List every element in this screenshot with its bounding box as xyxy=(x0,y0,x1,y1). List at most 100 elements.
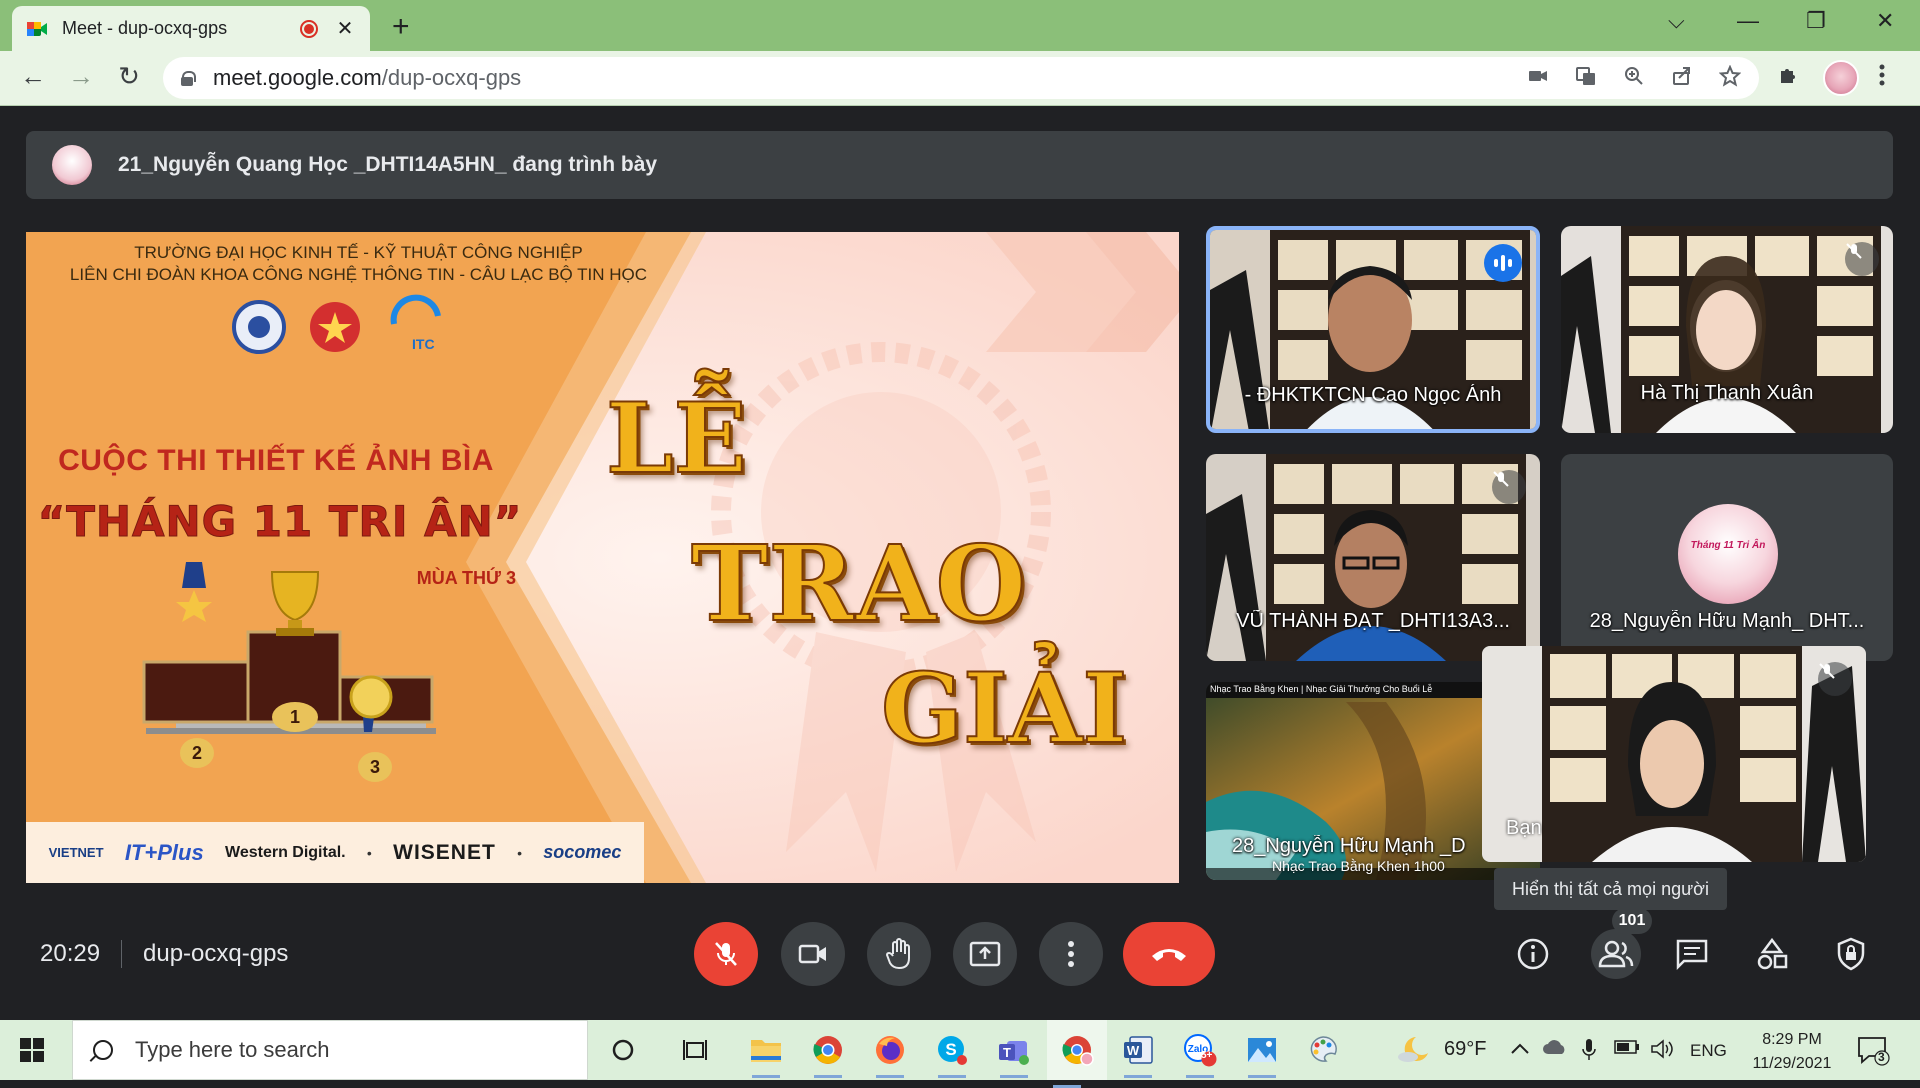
firefox-icon[interactable] xyxy=(870,1030,910,1078)
close-window-button[interactable]: ✕ xyxy=(1876,8,1894,34)
zalo-icon[interactable]: Zalo 5+ xyxy=(1180,1030,1220,1078)
slide-title-trao: TRAO xyxy=(690,521,1027,646)
itc-logo-text: ITC xyxy=(412,336,435,352)
show-everyone-tooltip: Hiển thị tất cả mọi người xyxy=(1494,868,1727,910)
task-view-icon[interactable] xyxy=(675,1030,715,1070)
back-button[interactable]: ← xyxy=(16,61,50,92)
bookmark-star-icon[interactable] xyxy=(1718,64,1742,93)
host-controls-button[interactable] xyxy=(1829,932,1873,976)
video-caption: Nhạc Trao Bằng Khen 1h00 xyxy=(1272,858,1445,874)
teams-icon[interactable]: T xyxy=(994,1030,1034,1078)
sponsor-separator-icon: • xyxy=(366,844,372,861)
windows-start-icon[interactable] xyxy=(20,1038,44,1062)
notification-count: 3 xyxy=(1878,1050,1885,1064)
presentation-slide: TRƯỜNG ĐẠI HỌC KINH TẾ - KỸ THUẬT CÔNG N… xyxy=(26,232,1179,883)
participant-tile[interactable]: Hà Thị Thanh Xuân xyxy=(1561,226,1893,433)
notification-center-icon[interactable]: 3 xyxy=(1856,1034,1890,1066)
new-tab-button[interactable]: + xyxy=(392,10,410,44)
windows-taskbar: Type here to search S T W Zalo 5+ 69°F E… xyxy=(0,1020,1920,1088)
translate-icon[interactable] xyxy=(1575,65,1597,93)
sponsor-socomec: socomec xyxy=(543,842,622,862)
skype-icon[interactable]: S xyxy=(932,1030,972,1078)
tab-close-icon[interactable]: ✕ xyxy=(334,16,356,41)
self-name: Bạn xyxy=(1506,817,1542,839)
sponsor-itplus: IT+Plus xyxy=(124,839,204,865)
more-options-button[interactable] xyxy=(1039,922,1103,986)
word-icon[interactable]: W xyxy=(1118,1030,1158,1078)
file-explorer-icon[interactable] xyxy=(746,1030,786,1078)
mic-off-icon xyxy=(1845,242,1879,276)
chat-button[interactable] xyxy=(1670,932,1714,976)
zoom-icon[interactable] xyxy=(1623,65,1645,93)
weather-moon-icon[interactable] xyxy=(1396,1034,1430,1070)
camera-icon xyxy=(798,944,826,964)
address-bar[interactable]: meet.google.com/dup-ocxq-gps xyxy=(163,57,1759,99)
extensions-icon[interactable] xyxy=(1777,63,1801,94)
browser-toolbar: ← → ↻ meet.google.com/dup-ocxq-gps xyxy=(0,51,1920,106)
slide-contest-title: CUỘC THI THIẾT KẾ ẢNH BÌA xyxy=(58,444,494,477)
taskbar-search-box[interactable]: Type here to search xyxy=(72,1020,588,1080)
chrome-icon[interactable] xyxy=(808,1030,848,1078)
system-clock[interactable]: 8:29 PM 11/29/2021 xyxy=(1752,1028,1832,1076)
cortana-icon[interactable] xyxy=(603,1030,643,1070)
profile-avatar[interactable] xyxy=(1823,60,1859,96)
onedrive-cloud-icon[interactable] xyxy=(1542,1038,1568,1062)
browser-menu-icon[interactable] xyxy=(1878,63,1886,94)
microphone-toggle-button[interactable] xyxy=(694,922,758,986)
share-icon[interactable] xyxy=(1671,65,1693,93)
photos-icon[interactable] xyxy=(1242,1030,1282,1078)
self-view-tile[interactable]: Bạn xyxy=(1482,646,1866,862)
school-line-1: TRƯỜNG ĐẠI HỌC KINH TẾ - KỸ THUẬT CÔNG N… xyxy=(134,243,583,262)
sponsor-western-digital: Western Digital. xyxy=(225,843,346,861)
volume-icon[interactable] xyxy=(1650,1038,1676,1066)
participant-tile[interactable]: Tháng 11 Tri Ân 28_Nguyễn Hữu Mạnh_ DHT.… xyxy=(1561,454,1893,661)
meet-favicon-icon xyxy=(26,18,48,40)
presenter-banner: 21_Nguyễn Quang Học _DHTI14A5HN_ đang tr… xyxy=(26,131,1893,199)
tab-title: Meet - dup-ocxq-gps xyxy=(62,18,228,38)
participant-name: Hà Thị Thanh Xuân xyxy=(1640,382,1814,404)
camera-toggle-button[interactable] xyxy=(781,922,845,986)
recording-indicator-icon xyxy=(300,19,318,38)
reload-button[interactable]: ↻ xyxy=(112,61,146,92)
clock-time: 8:29 PM xyxy=(1762,1031,1822,1048)
speaking-indicator-icon xyxy=(1484,244,1522,282)
podium-rank-3: 3 xyxy=(358,752,392,782)
presenter-avatar xyxy=(52,145,92,185)
activities-button[interactable] xyxy=(1750,932,1794,976)
tab-search-chevron-icon[interactable]: ⌵ xyxy=(1668,8,1685,34)
show-everyone-button[interactable] xyxy=(1591,929,1641,979)
chrome-meet-active-icon[interactable] xyxy=(1047,1020,1107,1088)
tray-overflow-chevron-icon[interactable] xyxy=(1510,1038,1530,1061)
camera-in-use-icon[interactable] xyxy=(1527,65,1549,93)
meeting-details-button[interactable] xyxy=(1511,932,1555,976)
input-language[interactable]: ENG xyxy=(1690,1041,1727,1061)
url-text: meet.google.com/dup-ocxq-gps xyxy=(213,65,522,90)
minimize-button[interactable]: — xyxy=(1737,8,1759,34)
slide-title-giai: GIẢI xyxy=(880,651,1128,766)
svg-text:S: S xyxy=(945,1040,956,1059)
participant-count-badge: 101 xyxy=(1612,908,1652,934)
chat-icon xyxy=(1676,939,1708,970)
podium-rank-2: 2 xyxy=(180,738,214,768)
browser-tab-meet[interactable]: Meet - dup-ocxq-gps ✕ xyxy=(12,6,370,51)
participant-tile[interactable]: - ĐHKTKTCN Cao Ngọc Ánh xyxy=(1206,226,1540,433)
battery-icon[interactable] xyxy=(1614,1038,1640,1061)
slide-contest-name: “THÁNG 11 TRI ÂN” xyxy=(37,497,523,547)
sponsor-wisenet: WISENET xyxy=(393,840,496,864)
restore-button[interactable]: ❐ xyxy=(1806,8,1826,34)
participant-tile[interactable]: VŨ THÀNH ĐẠT _DHTI13A3... xyxy=(1206,454,1540,661)
info-icon xyxy=(1517,938,1549,970)
paint-icon[interactable] xyxy=(1303,1030,1343,1070)
search-icon xyxy=(93,1040,113,1060)
present-screen-button[interactable] xyxy=(953,922,1017,986)
forward-button[interactable]: → xyxy=(64,61,98,92)
shapes-icon xyxy=(1757,937,1788,970)
microphone-tray-icon[interactable] xyxy=(1582,1038,1596,1068)
raise-hand-button[interactable] xyxy=(867,922,931,986)
zalo-badge: 5+ xyxy=(1201,1050,1213,1061)
present-icon xyxy=(969,941,1001,967)
lock-icon xyxy=(181,71,196,86)
participant-name: - ĐHKTKTCN Cao Ngọc Ánh xyxy=(1244,384,1502,406)
leave-call-button[interactable] xyxy=(1123,922,1215,986)
weather-temperature[interactable]: 69°F xyxy=(1444,1038,1486,1061)
